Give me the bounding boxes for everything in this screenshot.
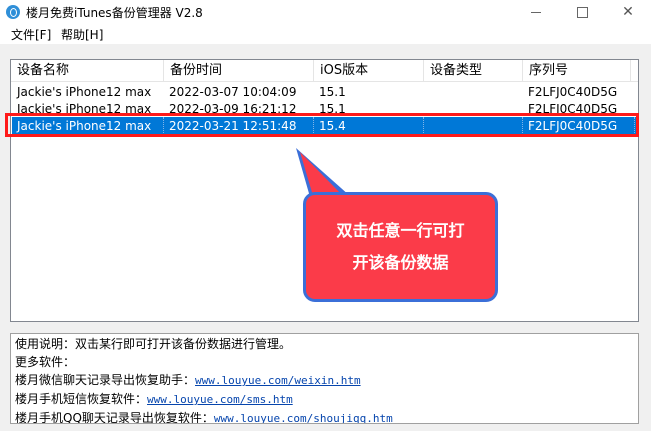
close-icon: ✕ [622,4,634,20]
link-line-weixin: 楼月微信聊天记录导出恢复助手：www.louyue.com/weixin.htm [15,371,634,390]
cell-ios-version: 15.1 [319,102,346,116]
cell-device-name: Jackie's iPhone12 max [12,117,164,135]
column-header-device-type[interactable]: 设备类型 [424,60,523,81]
table-row-selected[interactable]: Jackie's iPhone12 max 2022-03-21 12:51:4… [12,117,637,135]
callout-line-2: 开该备份数据 [352,253,449,272]
link-weixin[interactable]: www.louyue.com/weixin.htm [195,374,361,387]
menu-file[interactable]: 文件[F] [10,26,52,43]
cell-serial: F2LFJ0C40D5G [528,85,618,99]
link-label: 楼月微信聊天记录导出恢复助手： [15,373,196,387]
menu-bar: 文件[F] 帮助[H] [0,24,651,44]
cell-backup-time: 2022-03-07 10:04:09 [169,85,297,99]
link-label: 楼月手机短信恢复软件： [15,392,148,406]
window-title: 楼月免费iTunes备份管理器 V2.8 [26,6,203,20]
more-software-label: 更多软件： [15,355,76,369]
link-label: 楼月手机QQ聊天记录导出恢复软件： [15,411,214,424]
table-row[interactable]: Jackie's iPhone12 max 2022-03-07 10:04:0… [12,83,637,101]
column-header-device-name[interactable]: 设备名称 [11,60,164,81]
cell-device-type [424,100,523,118]
usage-text: 使用说明：双击某行即可打开该备份数据进行管理。 [15,337,292,351]
cell-backup-time: 2022-03-21 12:51:48 [164,117,314,135]
cell-backup-time: 2022-03-09 16:21:12 [169,102,297,116]
cell-device-name: Jackie's iPhone12 max [17,85,152,99]
close-button[interactable]: ✕ [605,0,651,24]
cell-ios-version: 15.1 [319,85,346,99]
cell-serial: F2LFJ0C40D5G [523,117,635,135]
minimize-button[interactable] [513,0,559,24]
table-row[interactable]: Jackie's iPhone12 max 2022-03-09 16:21:1… [12,100,637,118]
title-bar: 楼月免费iTunes备份管理器 V2.8 ✕ [0,0,651,24]
maximize-icon [576,6,588,18]
music-note-icon [6,5,20,19]
cell-device-type [424,83,523,101]
column-header-ios-version[interactable]: iOS版本 [314,60,424,81]
list-header: 设备名称 备份时间 iOS版本 设备类型 序列号 [11,60,638,82]
link-line-shoujiqq: 楼月手机QQ聊天记录导出恢复软件：www.louyue.com/shoujiqq… [15,409,634,424]
minimize-icon [531,11,541,13]
column-header-serial[interactable]: 序列号 [523,60,631,81]
link-shoujiqq[interactable]: www.louyue.com/shoujiqq.htm [214,412,393,423]
info-panel: 使用说明：双击某行即可打开该备份数据进行管理。 更多软件： 楼月微信聊天记录导出… [10,333,639,424]
cell-device-type [424,117,523,135]
cell-serial: F2LFJ0C40D5G [528,102,618,116]
maximize-button[interactable] [559,0,605,24]
cell-device-name: Jackie's iPhone12 max [17,102,152,116]
callout-line-1: 双击任意一行可打 [336,221,465,240]
cell-ios-version: 15.4 [314,117,424,135]
column-header-backup-time[interactable]: 备份时间 [164,60,314,81]
link-line-sms: 楼月手机短信恢复软件：www.louyue.com/sms.htm [15,390,634,409]
link-sms[interactable]: www.louyue.com/sms.htm [147,393,293,406]
menu-help[interactable]: 帮助[H] [60,26,104,43]
callout-bubble: 双击任意一行可打 开该备份数据 [303,192,498,302]
